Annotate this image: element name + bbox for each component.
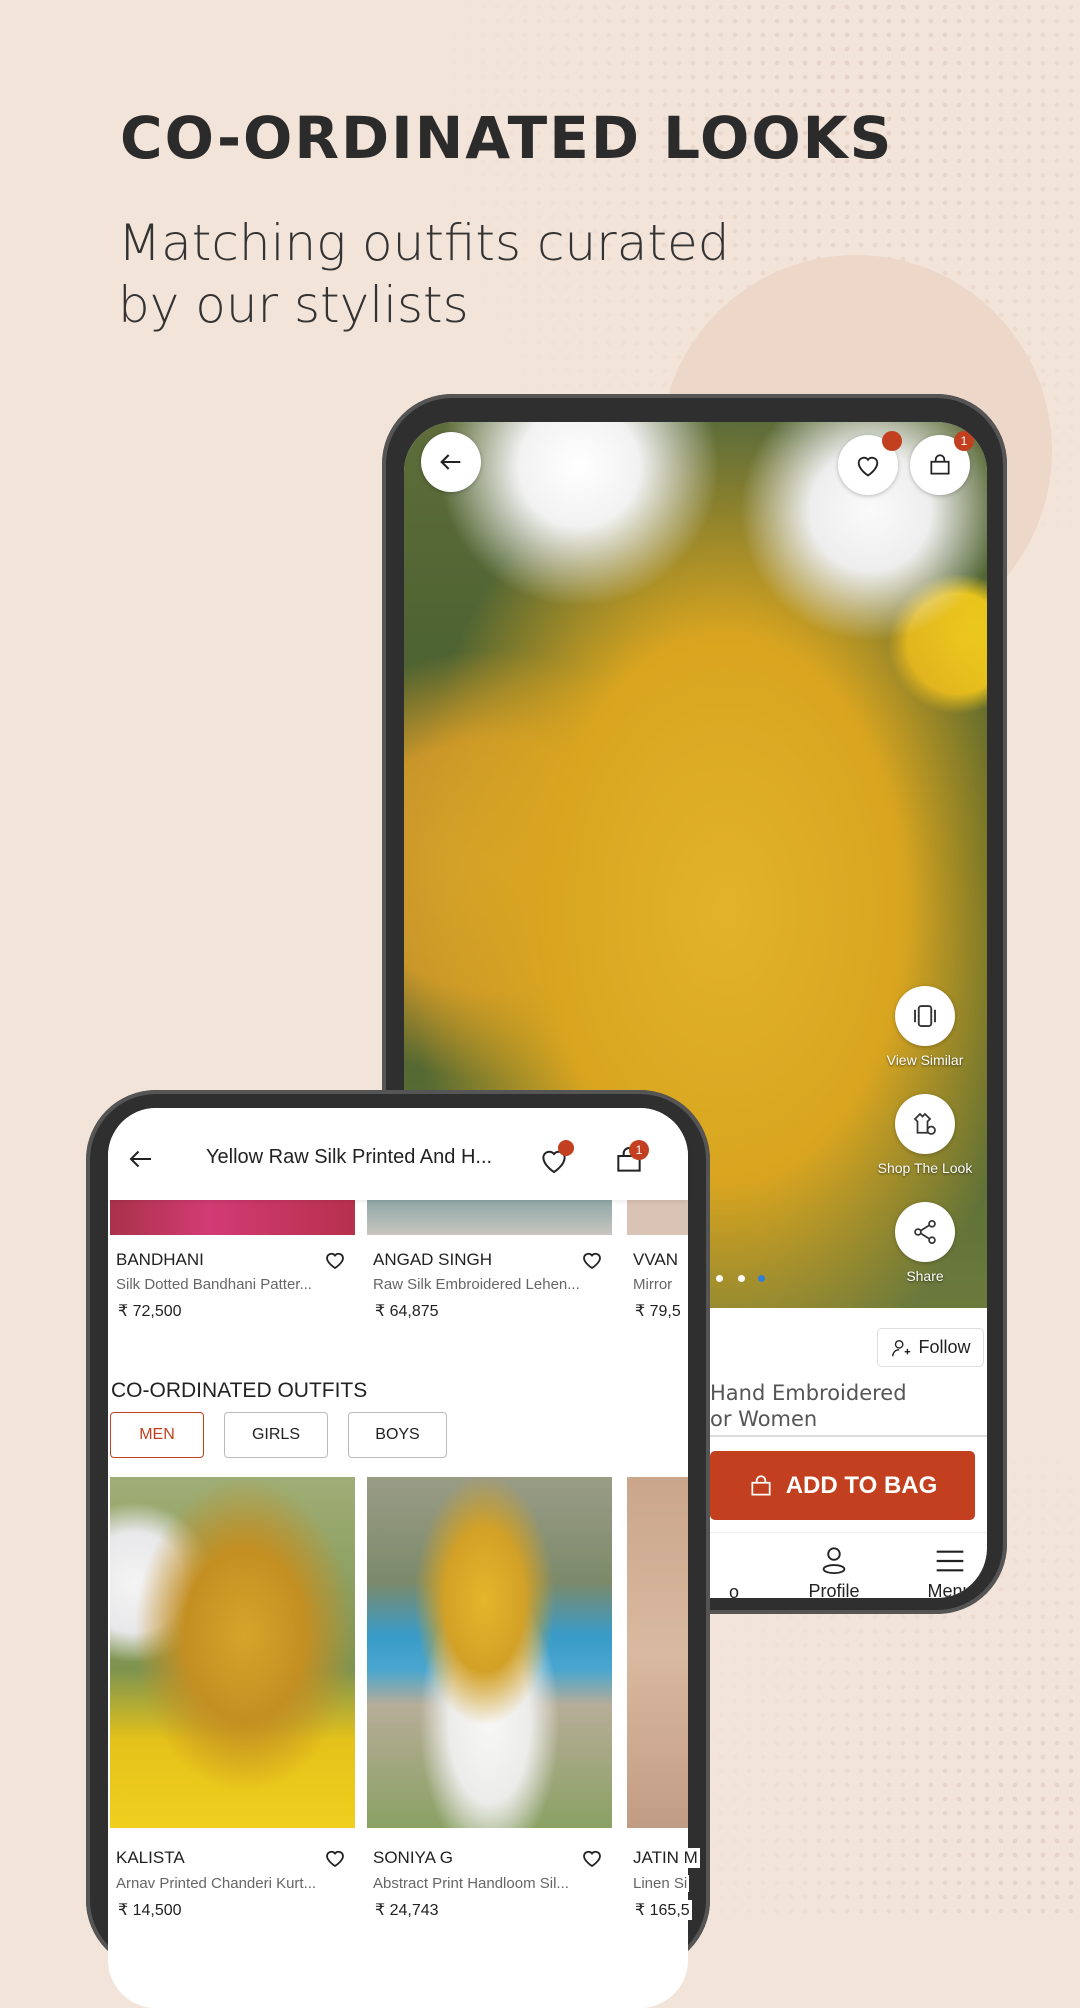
share-button[interactable]	[895, 1202, 955, 1262]
add-to-bag-button[interactable]: ADD TO BAG	[710, 1451, 975, 1520]
bag-count-badge: 1	[629, 1140, 649, 1160]
shop-the-look-label: Shop The Look	[877, 1160, 973, 1176]
product-desc: Silk Dotted Bandhani Patter...	[116, 1276, 312, 1293]
headline: CO-ORDINATED LOOKS	[120, 104, 894, 172]
nav-item-profile[interactable]: Profile	[784, 1546, 884, 1598]
product-price: ₹ 24,743	[375, 1902, 439, 1919]
similar-icon	[914, 1005, 936, 1027]
subtitle-line: by our stylists	[118, 276, 469, 334]
heart-icon[interactable]	[323, 1248, 347, 1272]
product-desc: Mirror	[633, 1276, 675, 1293]
chip-boys[interactable]: BOYS	[348, 1412, 447, 1458]
arrow-left-icon[interactable]	[126, 1144, 156, 1174]
outfit-image	[367, 1477, 612, 1828]
product-price: ₹ 72,500	[118, 1303, 182, 1320]
brand-name: KALISTA	[116, 1848, 185, 1867]
product-desc: Raw Silk Embroidered Lehen...	[373, 1276, 580, 1293]
heart-icon[interactable]	[580, 1846, 604, 1870]
outfit-icon	[913, 1112, 936, 1135]
nav-item-menu[interactable]: Menu	[900, 1546, 987, 1598]
share-icon	[914, 1220, 936, 1244]
product-title-line: or Women	[710, 1407, 818, 1431]
follow-label: Follow	[918, 1337, 971, 1357]
product-image	[627, 1198, 688, 1235]
bag-icon	[930, 454, 950, 475]
outfit-image	[110, 1477, 355, 1828]
bag-count-badge: 1	[954, 431, 974, 451]
bag-button[interactable]: 1	[910, 431, 974, 495]
product-price: ₹ 14,500	[118, 1902, 182, 1919]
brand-name: BANDHANI	[116, 1250, 204, 1269]
carousel-dot[interactable]	[738, 1275, 745, 1282]
wishlist-button[interactable]	[538, 1140, 574, 1176]
chip-girls[interactable]: GIRLS	[224, 1412, 328, 1458]
nav-label: Menu	[927, 1581, 973, 1598]
carousel-dot-active[interactable]	[758, 1275, 765, 1282]
outfits-phone-mockup: Yellow Raw Silk Printed And H... 1 BANDH…	[86, 1090, 710, 2008]
add-to-bag-label: ADD TO BAG	[785, 1471, 938, 1499]
page-title: Yellow Raw Silk Printed And H...	[206, 1146, 493, 1168]
wishlist-button[interactable]	[838, 431, 902, 495]
bag-icon	[751, 1474, 771, 1496]
heart-icon	[857, 456, 879, 477]
menu-icon	[936, 1550, 964, 1572]
product-desc: Arnav Printed Chanderi Kurt...	[116, 1875, 317, 1892]
carousel-dot[interactable]	[716, 1275, 723, 1282]
product-image	[367, 1198, 612, 1235]
shop-the-look-button[interactable]	[895, 1094, 955, 1154]
product-price: ₹ 64,875	[375, 1303, 439, 1320]
arrow-left-icon	[440, 454, 461, 470]
product-image	[110, 1198, 355, 1235]
subtitle: Matching outfits curated by our stylists	[118, 212, 729, 336]
profile-icon	[822, 1547, 846, 1575]
outfit-image	[627, 1477, 688, 1828]
share-label: Share	[906, 1268, 944, 1284]
wishlist-dot	[558, 1140, 574, 1156]
product-desc: Linen Si	[633, 1875, 690, 1892]
product-desc: Abstract Print Handloom Sil...	[373, 1875, 569, 1892]
view-similar-button[interactable]	[895, 986, 955, 1046]
outfits-screen: Yellow Raw Silk Printed And H... 1 BANDH…	[108, 1108, 700, 2008]
heart-icon[interactable]	[580, 1248, 604, 1272]
wishlist-dot	[882, 431, 902, 451]
brand-name: ANGAD SINGH	[373, 1250, 493, 1269]
product-price: ₹ 79,5	[635, 1301, 683, 1321]
subtitle-line: Matching outfits curated	[118, 214, 730, 272]
brand-name: VVAN	[633, 1250, 681, 1270]
bag-button[interactable]: 1	[613, 1140, 649, 1176]
product-title-line: Hand Embroidered	[710, 1381, 907, 1405]
follow-button[interactable]: Follow	[877, 1328, 984, 1367]
brand-name: JATIN M	[633, 1848, 700, 1868]
back-button[interactable]	[421, 432, 481, 492]
user-plus-icon	[892, 1339, 911, 1356]
heart-icon[interactable]	[323, 1846, 347, 1870]
nav-label: Profile	[808, 1581, 860, 1598]
product-price: ₹ 165,5	[635, 1900, 692, 1920]
view-similar-label: View Similar	[886, 1052, 964, 1068]
chip-men[interactable]: MEN	[110, 1412, 204, 1458]
header: Yellow Raw Silk Printed And H... 1	[108, 1108, 688, 1200]
brand-name: SONIYA G	[373, 1848, 453, 1867]
product-title: Hand Embroidered or Women	[710, 1380, 907, 1432]
section-title: CO-ORDINATED OUTFITS	[111, 1379, 368, 1402]
